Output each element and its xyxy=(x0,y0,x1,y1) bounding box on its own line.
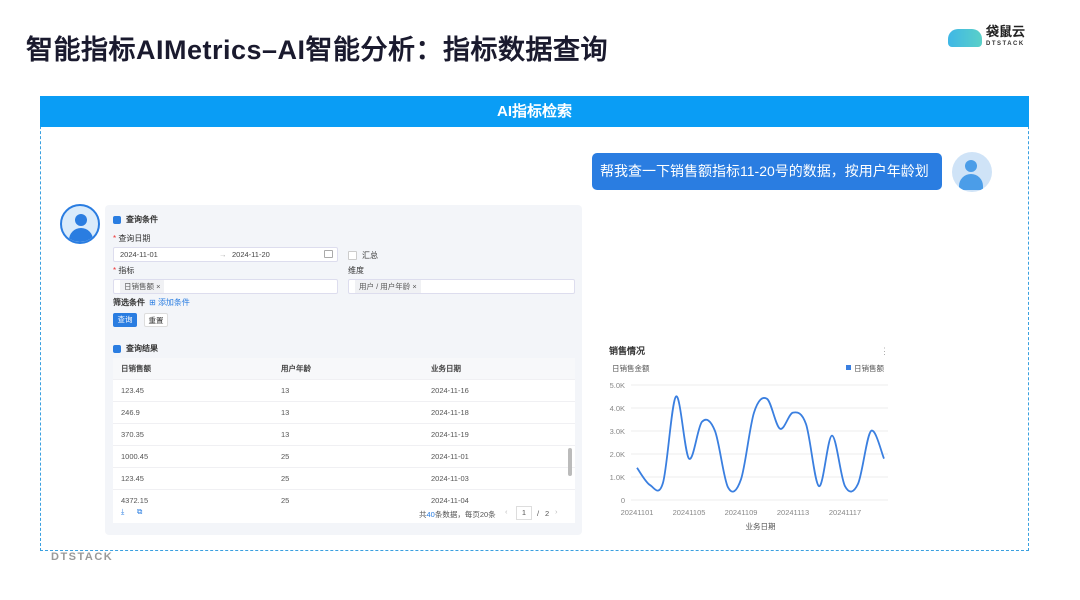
page-input[interactable]: 1 xyxy=(516,506,532,520)
table-cell: 2024-11-19 xyxy=(431,430,469,439)
metric-label: * 指标 xyxy=(113,266,135,275)
footer-brand: DTSTACK xyxy=(51,551,114,563)
table-cell: 123.45 xyxy=(121,474,144,483)
metric-tag: 日销售额 × xyxy=(120,280,165,293)
chart-title: 销售情况 xyxy=(609,345,645,356)
result-icon xyxy=(113,344,121,353)
legend-label: 日销售额 xyxy=(854,363,884,373)
export-icon[interactable]: ⧉ xyxy=(137,507,142,517)
results-table: 日销售额 用户年龄 业务日期 123.45 13 2024-11-16 246.9 13… xyxy=(113,358,575,512)
table-row: 123.45 13 2024-11-16 xyxy=(113,380,575,402)
table-row: 1000.45 25 2024-11-01 xyxy=(113,446,575,468)
table-cell: 25 xyxy=(281,474,290,483)
date-label: * 查询日期 xyxy=(113,234,151,243)
query-panel: 查询条件 * 查询日期 2024-11-01 → 2024-11-20 汇总 *… xyxy=(105,205,582,535)
table-cell: 2024-11-18 xyxy=(431,408,469,417)
next-page-icon[interactable]: › xyxy=(555,507,558,516)
calendar-icon[interactable] xyxy=(324,250,333,258)
table-header: 日销售额 用户年龄 业务日期 xyxy=(113,358,575,380)
table-cell: 13 xyxy=(281,408,290,417)
x-tick-label: 20241105 xyxy=(673,508,706,517)
col-header[interactable]: 业务日期 xyxy=(423,363,563,374)
col-header[interactable]: 日销售额 xyxy=(113,363,273,374)
query-button[interactable]: 查询 xyxy=(113,313,137,327)
x-tick-label: 20241109 xyxy=(725,508,758,517)
page-separator: / xyxy=(537,509,540,518)
table-row: 370.35 13 2024-11-19 xyxy=(113,424,575,446)
filter-label: 筛选条件 xyxy=(113,298,145,307)
total-count: 共40条数据，每页20条 xyxy=(419,510,496,519)
y-tick-label: 2.0K xyxy=(610,450,625,459)
dimension-select[interactable]: 用户 / 用户年龄 × xyxy=(348,279,575,294)
table-cell: 2024-11-03 xyxy=(431,474,469,483)
table-cell: 2024-11-01 xyxy=(431,452,469,461)
date-end[interactable]: 2024-11-20 xyxy=(232,248,270,261)
pagination: ⤓ ⧉ 共40条数据，每页20条 ‹ 1 / 2 › xyxy=(113,503,575,523)
y-tick-label: 1.0K xyxy=(610,473,625,482)
cloud-logo-icon xyxy=(948,29,982,47)
table-scrollbar[interactable] xyxy=(568,448,572,476)
date-start[interactable]: 2024-11-01 xyxy=(120,250,158,259)
reset-button[interactable]: 重置 xyxy=(144,313,168,327)
table-cell: 13 xyxy=(281,430,290,439)
user-message: 帮我查一下销售额指标11-20号的数据，按用户年龄划分 xyxy=(592,153,942,216)
date-separator: → xyxy=(219,250,227,259)
grid-icon xyxy=(113,215,121,224)
table-cell: 123.45 xyxy=(121,386,144,395)
metric-select[interactable]: 日销售额 × xyxy=(113,279,338,294)
total-pages: 2 xyxy=(545,509,550,518)
logo-sub: DTSTACK xyxy=(986,41,1025,47)
table-cell: 370.35 xyxy=(121,430,144,439)
table-cell: 13 xyxy=(281,386,290,395)
sales-line-chart: 销售情况 ⋮ 日销售金额 日销售额 0 1.0K 2.0K 3.0K 4.0K 5.0K 20241… xyxy=(609,345,889,531)
table-row: 246.9 13 2024-11-18 xyxy=(113,402,575,424)
summary-checkbox[interactable]: 汇总 xyxy=(348,250,378,261)
sales-chart-card: 销售情况 ⋮ 日销售金额 日销售额 0 1.0K 2.0K 3.0K 4.0K 5.0K 20241… xyxy=(598,333,896,535)
legend-marker xyxy=(846,365,851,370)
more-icon: ⋮ xyxy=(880,346,889,356)
logo: 袋鼠云 DTSTACK xyxy=(948,24,1026,50)
page-title: 智能指标AIMetrics–AI智能分析：指标数据查询 xyxy=(26,35,609,65)
assistant-avatar xyxy=(60,204,100,244)
table-cell: 2024-11-16 xyxy=(431,386,469,395)
remove-tag-icon[interactable]: × xyxy=(412,282,416,291)
x-tick-label: 20241101 xyxy=(621,508,654,517)
table-cell: 25 xyxy=(281,452,290,461)
y-tick-label: 3.0K xyxy=(610,427,625,436)
checkbox-icon[interactable] xyxy=(348,251,357,260)
add-filter-link[interactable]: ⊞ 添加条件 xyxy=(149,297,190,308)
query-results-header: 查询结果 xyxy=(113,343,158,354)
remove-tag-icon[interactable]: × xyxy=(156,282,160,291)
y-axis-label: 日销售金额 xyxy=(612,363,650,373)
x-axis-label: 业务日期 xyxy=(746,521,776,531)
col-header[interactable]: 用户年龄 xyxy=(273,363,423,374)
dimension-label: 维度 xyxy=(348,266,364,275)
x-tick-label: 20241113 xyxy=(777,508,809,517)
table-row: 123.45 25 2024-11-03 xyxy=(113,468,575,490)
user-avatar xyxy=(952,152,992,192)
download-icon[interactable]: ⤓ xyxy=(121,507,124,517)
query-conditions-header: 查询条件 xyxy=(113,214,158,225)
date-range-picker[interactable]: 2024-11-01 → 2024-11-20 xyxy=(113,247,338,262)
y-tick-label: 5.0K xyxy=(610,381,625,390)
section-bar: AI指标检索 xyxy=(40,96,1029,127)
y-tick-label: 0 xyxy=(621,496,625,505)
table-cell: 246.9 xyxy=(121,408,140,417)
dimension-tag: 用户 / 用户年龄 × xyxy=(355,280,421,293)
x-tick-label: 20241117 xyxy=(829,508,861,517)
logo-name: 袋鼠云 xyxy=(986,24,1026,39)
prev-page-icon[interactable]: ‹ xyxy=(505,507,508,516)
y-tick-label: 4.0K xyxy=(610,404,625,413)
table-cell: 1000.45 xyxy=(121,452,149,461)
